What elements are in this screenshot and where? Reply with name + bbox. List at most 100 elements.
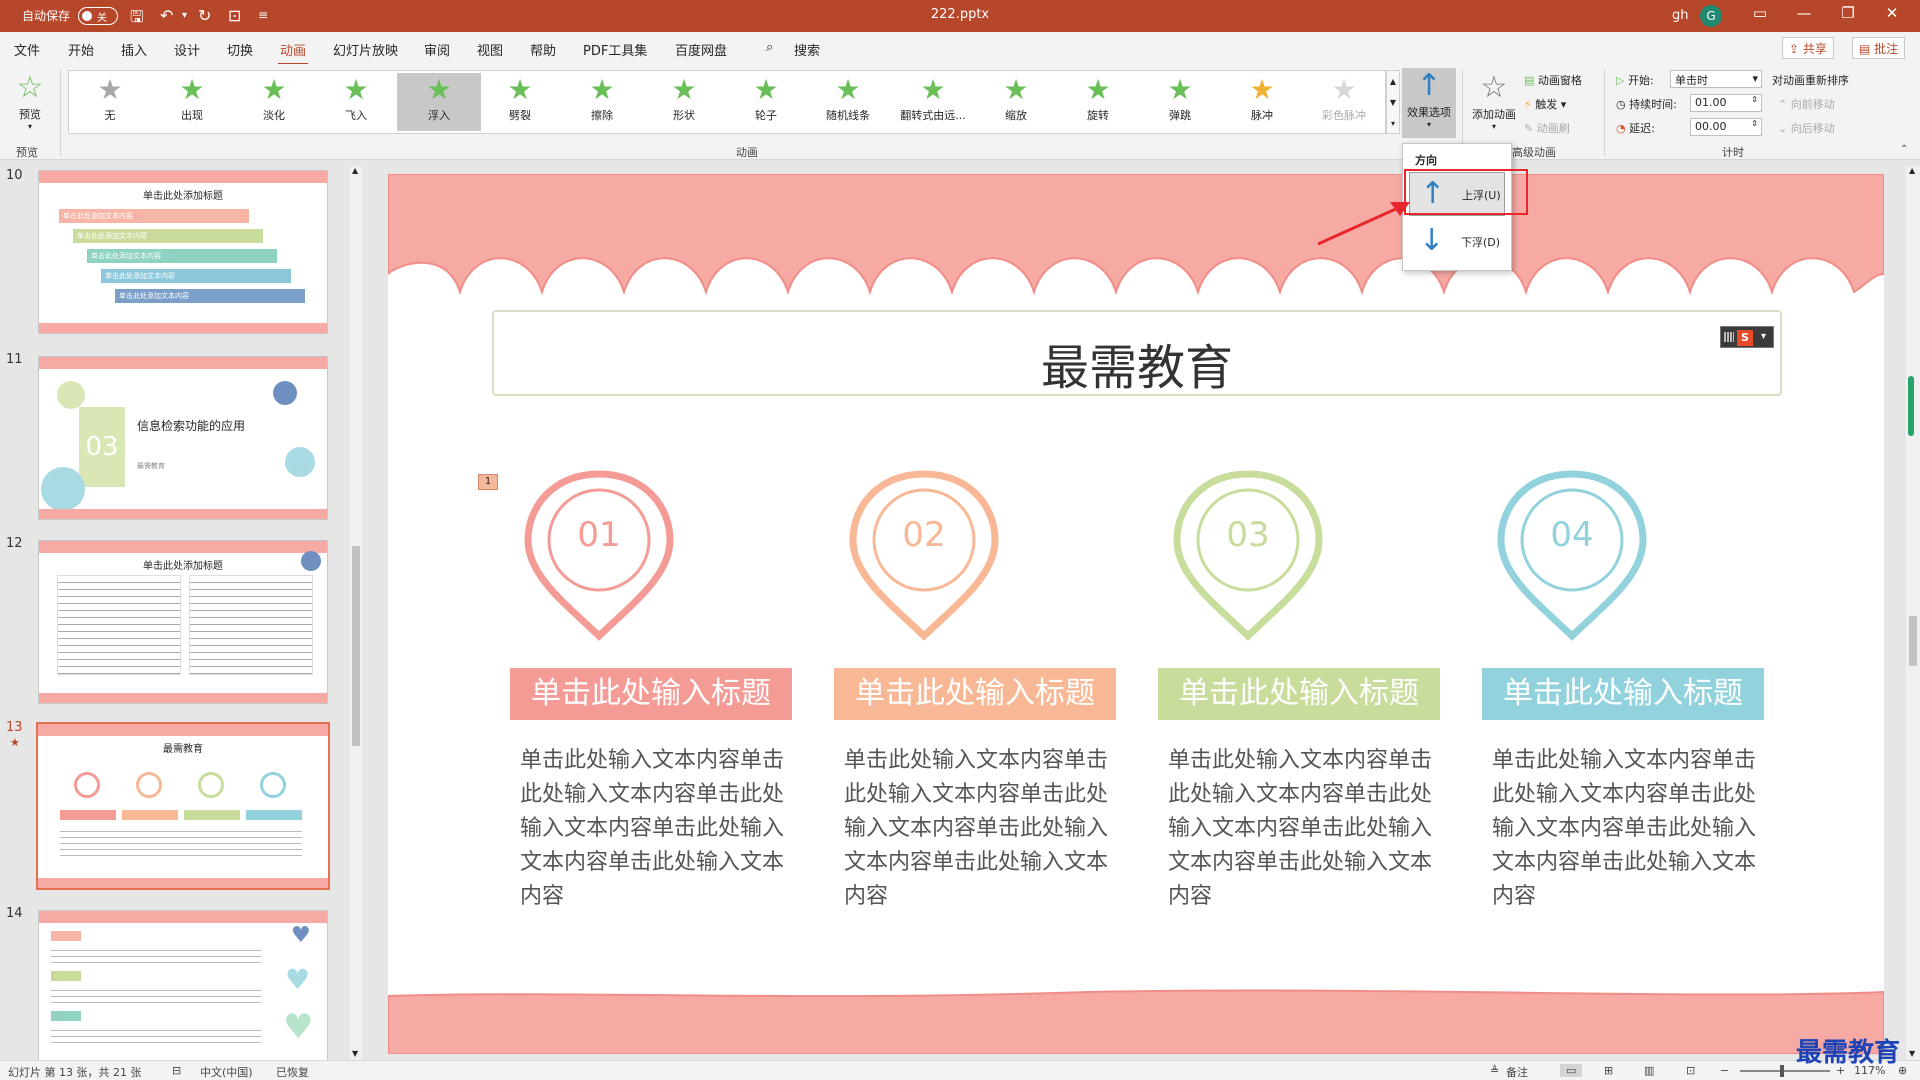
effect-wheel[interactable]: ★ 轮子	[727, 73, 805, 131]
tab-help[interactable]: 帮助	[530, 40, 556, 59]
slide-thumbnail-14[interactable]: ♥ ♥ ♥	[38, 910, 328, 1060]
zoom-slider[interactable]	[1740, 1070, 1830, 1072]
column-title[interactable]: 单击此处输入标题	[510, 668, 792, 720]
effect-grow-turn[interactable]: ★ 翻转式由远...	[891, 73, 975, 131]
slideshow-start-icon[interactable]: ⊡	[228, 6, 241, 25]
floating-toolbar[interactable]: S ▾	[1720, 326, 1774, 348]
column-title[interactable]: 单击此处输入标题	[834, 668, 1116, 720]
effect-none[interactable]: ★ 无	[71, 73, 149, 131]
tab-transitions[interactable]: 切换	[227, 40, 253, 59]
sogou-icon: S	[1737, 330, 1753, 346]
stepper-icon[interactable]: ⇕	[1751, 95, 1758, 104]
move-earlier-button[interactable]: ⌃ 向前移动	[1778, 96, 1835, 112]
effect-options-button[interactable]: ↑ 效果选项 ▾	[1402, 68, 1456, 138]
add-animation-button[interactable]: ☆ 添加动画 ▾	[1468, 70, 1520, 131]
column-body[interactable]: 单击此处输入文本内容单击此处输入文本内容单击此处输入文本内容单击此处输入文本内容…	[844, 744, 1114, 914]
scroll-thumb[interactable]	[1909, 616, 1917, 666]
column-body[interactable]: 单击此处输入文本内容单击此处输入文本内容单击此处输入文本内容单击此处输入文本内容…	[520, 744, 790, 914]
brush-icon: ✎	[1524, 122, 1537, 135]
collapse-ribbon-icon[interactable]: ⌃	[1900, 144, 1908, 155]
zoom-slider-thumb[interactable]	[1780, 1065, 1784, 1077]
effect-bounce[interactable]: ★ 弹跳	[1141, 73, 1219, 131]
language[interactable]: 中文(中国)	[200, 1064, 253, 1080]
effect-zoom[interactable]: ★ 缩放	[977, 73, 1055, 131]
effect-random-bars[interactable]: ★ 随机线条	[809, 73, 887, 131]
editor-scrollbar[interactable]: ▲ ▼	[1906, 166, 1920, 1060]
move-later-button[interactable]: ⌄ 向后移动	[1778, 120, 1835, 136]
zoom-out-icon[interactable]: −	[1720, 1064, 1729, 1077]
delay-field[interactable]: 00.00 ⇕	[1690, 118, 1762, 136]
thumbnail-scrollbar[interactable]: ▲ ▼	[350, 166, 362, 1060]
tab-file[interactable]: 文件	[14, 40, 40, 59]
stepper-icon[interactable]: ⇕	[1751, 119, 1758, 128]
search-icon[interactable]: ⌕	[766, 40, 773, 55]
animation-painter-button[interactable]: ✎ 动画刷	[1524, 120, 1570, 136]
redo-icon[interactable]: ↻	[198, 6, 211, 25]
close-icon[interactable]: ✕	[1872, 4, 1912, 22]
scroll-thumb[interactable]	[352, 546, 360, 746]
tab-pdf-tools[interactable]: PDF工具集	[583, 40, 647, 59]
animation-order-tag[interactable]: 1	[478, 474, 498, 490]
effect-appear[interactable]: ★ 出现	[153, 73, 231, 131]
gallery-more-icon[interactable]: ▾	[1387, 113, 1399, 134]
title-placeholder[interactable]: 最需教育	[492, 310, 1782, 396]
tab-insert[interactable]: 插入	[121, 40, 147, 59]
animation-pane-button[interactable]: ▤ 动画窗格	[1524, 72, 1582, 88]
comment-button[interactable]: ▤ 批注	[1852, 37, 1906, 59]
slideshow-view-icon[interactable]: ⊡	[1686, 1064, 1695, 1077]
undo-dropdown-icon[interactable]: ▾	[182, 10, 187, 21]
autosave-toggle[interactable]: 关	[78, 7, 118, 25]
minimize-icon[interactable]: —	[1784, 4, 1824, 22]
tab-view[interactable]: 视图	[477, 40, 503, 59]
slide-canvas[interactable]: 最需教育 S ▾ 1 01 02 03 04 单击此处输入标题 单击此处输入标题…	[388, 174, 1884, 1054]
slide-thumbnail-12[interactable]: 单击此处添加标题	[38, 540, 328, 704]
effect-wipe[interactable]: ★ 擦除	[563, 73, 641, 131]
customize-toolbar-icon[interactable]: ≡	[258, 8, 268, 22]
avatar[interactable]: G	[1700, 5, 1722, 27]
preview-button[interactable]: ☆ 预览 ▾	[10, 70, 50, 131]
share-button[interactable]: ⇪ 共享	[1782, 37, 1834, 59]
notes-button[interactable]: 备注	[1506, 1064, 1528, 1080]
search-label[interactable]: 搜索	[794, 40, 820, 59]
column-title[interactable]: 单击此处输入标题	[1482, 668, 1764, 720]
effect-swivel[interactable]: ★ 旋转	[1059, 73, 1137, 131]
slide-thumbnail-11[interactable]: 03 信息检索功能的应用 最需教育	[38, 356, 328, 520]
column-title[interactable]: 单击此处输入标题	[1158, 668, 1440, 720]
reading-view-icon[interactable]: ▥	[1644, 1064, 1654, 1077]
spellcheck-icon[interactable]: ⊟	[172, 1064, 181, 1077]
ribbon-display-icon[interactable]: ▭	[1740, 4, 1780, 22]
effect-split[interactable]: ★ 劈裂	[481, 73, 559, 131]
chevron-down-icon[interactable]: ▾	[1761, 331, 1766, 342]
effect-color-pulse[interactable]: ★ 彩色脉冲	[1305, 73, 1383, 131]
undo-icon[interactable]: ↶	[160, 6, 173, 25]
start-select[interactable]: 单击时 ▾	[1670, 70, 1762, 88]
tab-design[interactable]: 设计	[174, 40, 200, 59]
tab-home[interactable]: 开始	[68, 40, 94, 59]
effect-fade[interactable]: ★ 淡化	[235, 73, 313, 131]
effect-float-in[interactable]: ★ 浮入	[397, 73, 481, 131]
scroll-up-icon[interactable]: ▲	[1909, 166, 1915, 175]
scroll-up-icon[interactable]: ▲	[1387, 71, 1399, 92]
scroll-down-icon[interactable]: ▼	[1909, 1049, 1915, 1058]
scroll-up-icon[interactable]: ▲	[352, 166, 358, 175]
restore-icon[interactable]: ❐	[1828, 4, 1868, 22]
gallery-scroll[interactable]: ▲ ▼ ▾	[1386, 70, 1400, 134]
effect-shape[interactable]: ★ 形状	[645, 73, 723, 131]
tab-slideshow[interactable]: 幻灯片放映	[333, 40, 398, 59]
trigger-button[interactable]: ⚡ 触发 ▾	[1524, 96, 1566, 112]
duration-field[interactable]: 01.00 ⇕	[1690, 94, 1762, 112]
slide-thumbnail-13[interactable]: 最需教育	[36, 722, 330, 890]
scroll-down-icon[interactable]: ▼	[1387, 92, 1399, 113]
effect-pulse[interactable]: ★ 脉冲	[1223, 73, 1301, 131]
column-body[interactable]: 单击此处输入文本内容单击此处输入文本内容单击此处输入文本内容单击此处输入文本内容…	[1168, 744, 1438, 914]
save-icon[interactable]: 🖫	[130, 6, 144, 33]
column-body[interactable]: 单击此处输入文本内容单击此处输入文本内容单击此处输入文本内容单击此处输入文本内容…	[1492, 744, 1762, 914]
effect-fly-in[interactable]: ★ 飞入	[317, 73, 395, 131]
tab-review[interactable]: 审阅	[424, 40, 450, 59]
sorter-view-icon[interactable]: ⊞	[1604, 1064, 1613, 1077]
scroll-down-icon[interactable]: ▼	[352, 1049, 358, 1058]
slide-thumbnail-10[interactable]: 单击此处添加标题 单击此处添加文本内容 单击此处添加文本内容 单击此处添加文本内…	[38, 170, 328, 334]
normal-view-icon[interactable]: ▭	[1560, 1064, 1583, 1077]
tab-animations[interactable]: 动画	[277, 40, 309, 66]
tab-baidu-disk[interactable]: 百度网盘	[675, 40, 727, 59]
